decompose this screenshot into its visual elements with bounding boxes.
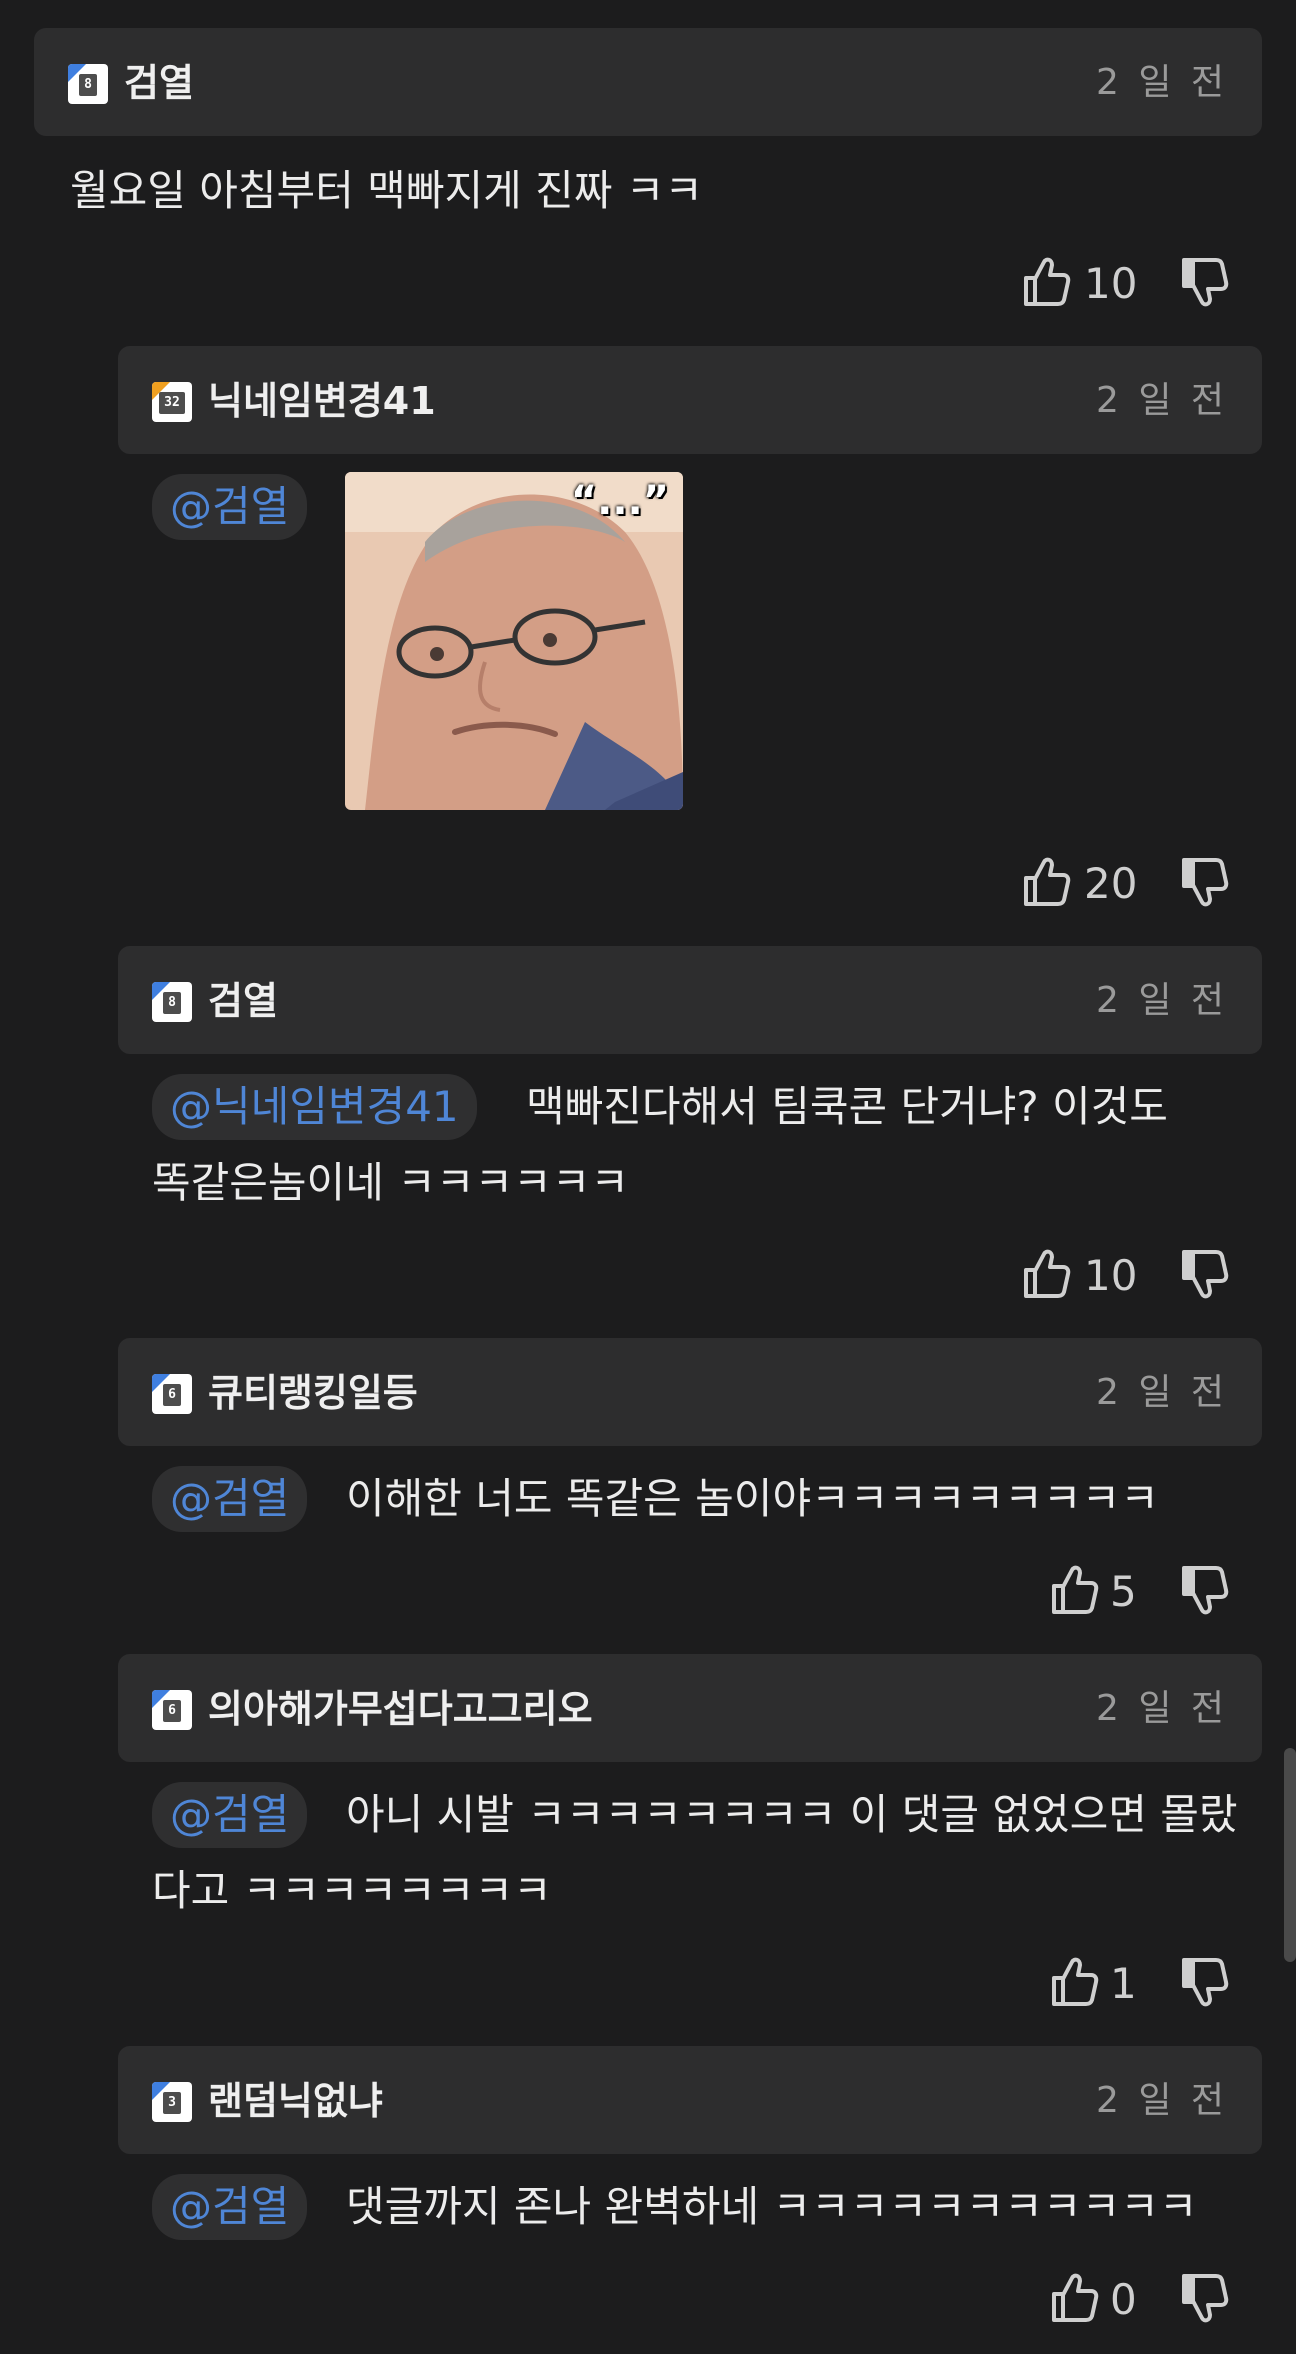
comment-text: 이해한 너도 똑같은 놈이야ㅋㅋㅋㅋㅋㅋㅋㅋㅋ (346, 1474, 1159, 1523)
thumbs-down-icon[interactable] (1178, 1954, 1230, 2010)
thumbs-down-icon[interactable] (1178, 854, 1230, 910)
comment-header: 8 검열 2 일 전 (118, 946, 1262, 1054)
username[interactable]: 큐티랭킹일등 (208, 1366, 418, 1420)
timestamp: 2 일 전 (1095, 980, 1228, 1021)
thumbs-down-icon[interactable] (1178, 2270, 1230, 2326)
sticker-caption: “...” (570, 478, 669, 524)
comment-text: 댓글까지 존나 완벽하네 ㅋㅋㅋㅋㅋㅋㅋㅋㅋㅋㅋ (346, 2182, 1198, 2231)
like-count: 1 (1110, 1959, 1137, 2008)
timestamp: 2 일 전 (1095, 62, 1228, 103)
vote-row: 20 (1020, 854, 1230, 914)
timestamp: 2 일 전 (1095, 380, 1228, 421)
level-badge-icon: 6 (152, 1374, 192, 1414)
level-badge-icon: 8 (152, 982, 192, 1022)
vote-row: 10 (1020, 254, 1230, 314)
thumbs-up-icon[interactable] (1020, 854, 1072, 910)
username[interactable]: 검열 (124, 56, 194, 110)
thumbs-down-icon[interactable] (1178, 254, 1230, 310)
like-count: 20 (1084, 859, 1138, 908)
level-badge-icon: 32 (152, 382, 192, 422)
comment-text: 똑같은놈이네 ㅋㅋㅋㅋㅋㅋ (152, 1158, 630, 1207)
thumbs-down-icon[interactable] (1178, 1246, 1230, 1302)
thumbs-up-icon[interactable] (1048, 1954, 1100, 2010)
sticker-image[interactable]: “...” (345, 472, 683, 810)
comment-header: 6 의아해가무섭다고그리오 2 일 전 (118, 1654, 1262, 1762)
mention-tag[interactable]: @검열 (152, 2174, 308, 2240)
comment-header: 8 검열 2 일 전 (34, 28, 1262, 136)
comment-header: 6 큐티랭킹일등 2 일 전 (118, 1338, 1262, 1446)
username[interactable]: 검열 (208, 974, 278, 1028)
like-count: 5 (1110, 1567, 1137, 1616)
username[interactable]: 의아해가무섭다고그리오 (208, 1682, 593, 1736)
mention-tag[interactable]: @닉네임변경41 (152, 1074, 477, 1140)
timestamp: 2 일 전 (1095, 1688, 1228, 1729)
thumbs-up-icon[interactable] (1048, 1562, 1100, 1618)
comment-text: 다고 ㅋㅋㅋㅋㅋㅋㅋㅋ (152, 1866, 552, 1915)
thumbs-up-icon[interactable] (1048, 2270, 1100, 2326)
timestamp: 2 일 전 (1095, 2080, 1228, 2121)
level-badge-icon: 8 (68, 64, 108, 104)
like-count: 0 (1110, 2275, 1137, 2324)
thumbs-up-icon[interactable] (1020, 254, 1072, 310)
username[interactable]: 닉네임변경41 (208, 374, 436, 428)
vote-row: 1 (1048, 1954, 1230, 2014)
comment-text: 맥빠진다해서 팀쿡콘 단거냐? 이것도 (526, 1082, 1168, 1131)
mention-tag[interactable]: @검열 (152, 1782, 308, 1848)
comment-text: 월요일 아침부터 맥빠지게 진짜 ㅋㅋ (70, 166, 704, 215)
vote-row: 10 (1020, 1246, 1230, 1306)
scrollbar[interactable] (1284, 1748, 1296, 1962)
thumbs-up-icon[interactable] (1020, 1246, 1072, 1302)
comment-text: 아니 시발 ㅋㅋㅋㅋㅋㅋㅋㅋ 이 댓글 없었으면 몰랐 (346, 1790, 1238, 1839)
vote-row: 0 (1048, 2270, 1230, 2330)
comment-header: 32 닉네임변경41 2 일 전 (118, 346, 1262, 454)
like-count: 10 (1084, 259, 1138, 308)
comment-thread: 8 검열 2 일 전 월요일 아침부터 맥빠지게 진짜 ㅋㅋ 10 32 닉네임… (0, 0, 1296, 2354)
username[interactable]: 랜덤닉없냐 (208, 2074, 383, 2128)
vote-row: 5 (1048, 1562, 1230, 1622)
like-count: 10 (1084, 1251, 1138, 1300)
comment-header: 3 랜덤닉없냐 2 일 전 (118, 2046, 1262, 2154)
mention-tag[interactable]: @검열 (152, 1466, 308, 1532)
level-badge-icon: 3 (152, 2082, 192, 2122)
thumbs-down-icon[interactable] (1178, 1562, 1230, 1618)
mention-tag[interactable]: @검열 (152, 474, 308, 540)
level-badge-icon: 6 (152, 1690, 192, 1730)
timestamp: 2 일 전 (1095, 1372, 1228, 1413)
